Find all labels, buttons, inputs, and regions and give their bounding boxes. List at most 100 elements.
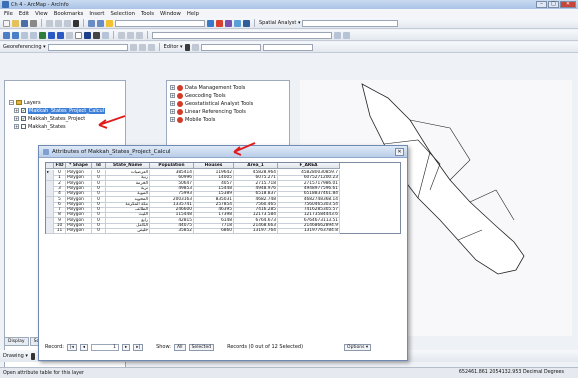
zoom-out-icon[interactable] [12, 31, 19, 39]
column-header[interactable]: * Shape [66, 163, 92, 169]
editor-menu[interactable]: Editor ▾ [164, 44, 183, 50]
table-cell[interactable]: Polygon [66, 228, 92, 235]
column-header[interactable]: Houses [194, 163, 234, 169]
save-icon[interactable] [21, 19, 28, 27]
time-slider-icon[interactable] [136, 31, 143, 39]
toc-layer-states[interactable]: + Makkah_States [14, 123, 66, 130]
last-record-button[interactable]: ▸| [133, 343, 144, 351]
table-cell[interactable]: 35852 [150, 228, 194, 235]
sketch-tool-icon[interactable] [191, 43, 199, 51]
toolbox-item[interactable]: + Linear Referencing Tools [170, 108, 246, 115]
layer-checkbox[interactable]: ✔ [21, 108, 26, 113]
measure-icon[interactable] [102, 31, 109, 39]
maximize-button[interactable]: □ [548, 1, 559, 8]
select-elements-icon[interactable] [75, 31, 82, 39]
task-dropdown[interactable] [200, 43, 261, 51]
menu-view[interactable]: View [35, 11, 48, 17]
toc-layers-root[interactable]: − Layers [9, 99, 41, 106]
add-control-points-icon[interactable] [147, 43, 155, 51]
toolbox-item[interactable]: + Mobile Tools [170, 116, 215, 123]
back-icon[interactable] [48, 31, 55, 39]
table-row[interactable]: 11 Polygon 0 خليص 35852 6860 13197.764 13197763… [46, 228, 401, 235]
georef-layer-dropdown[interactable] [47, 43, 128, 51]
copy-icon[interactable] [55, 19, 62, 27]
column-header[interactable]: Area_1 [234, 163, 278, 169]
shift-icon[interactable] [138, 43, 146, 51]
paste-icon[interactable] [64, 19, 71, 27]
close-button[interactable]: ✕ [560, 1, 576, 8]
options-button[interactable]: Options ▾ [344, 343, 372, 351]
help-icon[interactable] [243, 19, 250, 27]
table-cell[interactable]: خليص [106, 228, 150, 235]
georeferencing-menu[interactable]: Georeferencing ▾ [3, 44, 46, 50]
cut-icon[interactable] [46, 19, 53, 27]
delete-icon[interactable] [73, 19, 79, 27]
table-header-row[interactable]: FID * Shape Id State_Name Population Houses Ar… [46, 163, 401, 169]
fixed-zoom-in-icon[interactable] [30, 31, 37, 39]
html-popup-icon[interactable] [127, 31, 134, 39]
editor-toolbar-icon[interactable] [207, 19, 214, 27]
menu-insert[interactable]: Insert [89, 11, 104, 17]
next-record-button[interactable]: ▸ [122, 343, 131, 351]
toolbox-item[interactable]: + Geostatistical Analyst Tools [170, 100, 253, 107]
forward-icon[interactable] [57, 31, 64, 39]
hyperlink-icon[interactable] [118, 31, 125, 39]
select-features-icon[interactable] [66, 31, 73, 39]
arctoolbox-icon[interactable] [216, 19, 223, 27]
undo-icon[interactable] [88, 19, 95, 27]
edit-tool-icon[interactable] [184, 43, 190, 51]
python-icon[interactable] [234, 19, 241, 27]
column-header[interactable]: FID [54, 163, 66, 169]
column-header[interactable]: F_AREA [278, 163, 340, 169]
table-cell[interactable]: 13197763784.8 [278, 228, 340, 235]
column-header[interactable]: State_Name [106, 163, 150, 169]
target-dropdown[interactable] [262, 43, 313, 51]
scale-dropdown[interactable] [115, 19, 205, 27]
column-header[interactable]: Id [92, 163, 106, 169]
full-extent-icon[interactable] [39, 31, 46, 39]
zoom-in-icon[interactable] [3, 31, 10, 39]
record-number-input[interactable]: 1 [91, 343, 120, 351]
table-cell[interactable]: 6860 [194, 228, 234, 235]
print-icon[interactable] [30, 19, 37, 27]
layer-checkbox[interactable]: ✔ [21, 116, 26, 121]
catalog-icon[interactable] [225, 19, 232, 27]
find-icon[interactable] [93, 31, 100, 39]
rotate-icon[interactable] [129, 43, 137, 51]
toolbox-item[interactable]: + Geocoding Tools [170, 92, 226, 99]
row-selector[interactable] [46, 228, 54, 235]
tab-display[interactable]: Display [4, 337, 29, 346]
menu-bookmarks[interactable]: Bookmarks [54, 11, 84, 17]
pan-icon[interactable] [21, 31, 28, 39]
previous-record-button[interactable]: ◂ [79, 343, 89, 351]
menu-file[interactable]: File [4, 11, 13, 17]
redo-icon[interactable] [97, 19, 104, 27]
row-selector[interactable] [46, 163, 54, 169]
toc-layer-project[interactable]: + ✔ Makkah_States_Project [14, 115, 85, 122]
menu-selection[interactable]: Selection [111, 11, 135, 17]
attribute-table-titlebar[interactable]: Attributes of Makkah_States_Project_Calc… [39, 146, 407, 158]
flicker-icon[interactable] [343, 31, 350, 39]
new-icon[interactable] [3, 19, 10, 27]
swipe-icon[interactable] [334, 31, 341, 39]
select-elements-icon[interactable] [30, 352, 35, 360]
show-selected-button[interactable]: Selected [188, 343, 215, 351]
show-all-button[interactable]: All [173, 343, 186, 351]
menu-window[interactable]: Window [160, 11, 181, 17]
toolbox-item[interactable]: + Data Management Tools [170, 84, 245, 91]
table-cell[interactable]: 13197.764 [234, 228, 278, 235]
spatial-analyst-menu[interactable]: Spatial Analyst ▾ [259, 20, 300, 26]
minimize-button[interactable]: – [536, 1, 547, 8]
close-icon[interactable]: ✕ [395, 148, 404, 156]
attribute-grid[interactable]: FID * Shape Id State_Name Population Houses Ar… [45, 162, 401, 235]
column-header[interactable]: Population [150, 163, 194, 169]
menu-edit[interactable]: Edit [19, 11, 29, 17]
menu-tools[interactable]: Tools [141, 11, 154, 17]
table-cell[interactable]: 0 [92, 228, 106, 235]
first-record-button[interactable]: |◂ [66, 343, 77, 351]
spatial-analyst-layer-dropdown[interactable] [302, 19, 399, 27]
layer-dropdown[interactable] [152, 31, 332, 39]
menu-help[interactable]: Help [187, 11, 199, 17]
identify-icon[interactable] [84, 31, 91, 39]
drawing-menu[interactable]: Drawing ▾ [3, 353, 28, 359]
